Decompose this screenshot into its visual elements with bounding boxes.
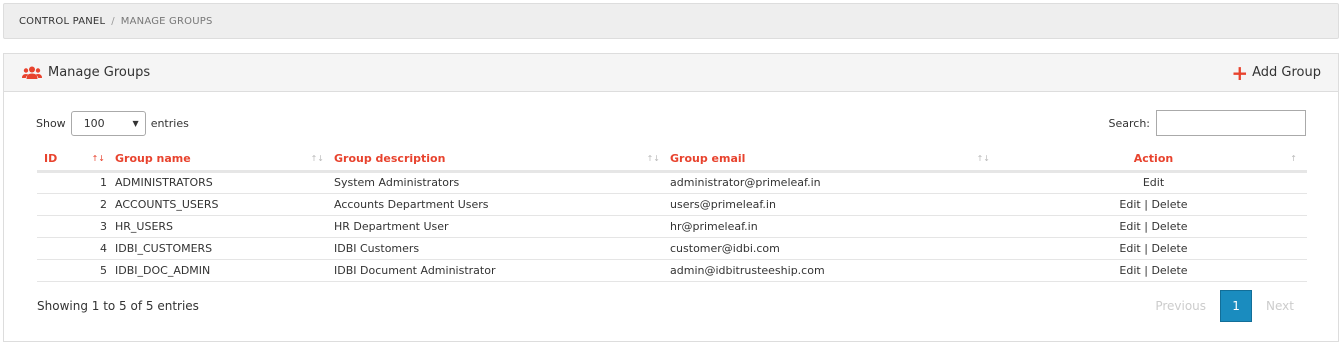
delete-link[interactable]: Delete (1151, 220, 1187, 233)
chevron-down-icon: ▼ (132, 118, 139, 128)
table-row: 2 ACCOUNTS_USERS Accounts Department Users… (37, 193, 1307, 216)
add-group-button[interactable]: + Add Group (1231, 63, 1321, 83)
entries-select-value: 100 (83, 116, 105, 130)
breadcrumb-control-panel[interactable]: CONTROL PANEL (19, 16, 105, 27)
table-row: 1 ADMINISTRATORS System Administrators admi… (37, 171, 1307, 194)
cell-group-description: Accounts Department Users (334, 193, 670, 216)
cell-group-email: hr@primeleaf.in (670, 215, 1000, 238)
cell-group-description: IDBI Document Administrator (334, 259, 670, 282)
search-filter: Search: (1108, 110, 1306, 136)
cell-id: 5 (37, 259, 115, 282)
cell-group-email: admin@idbitrusteeship.com (670, 259, 1000, 282)
previous-page-button[interactable]: Previous (1143, 299, 1218, 313)
entries-label: entries (150, 116, 189, 130)
column-header-group-email[interactable]: Group email ↑↓ (670, 148, 1000, 173)
groups-table: ID ↑↓ Group name ↑↓ Group description ↑↓ Gr… (37, 148, 1307, 282)
cell-action: Edit | Delete (1000, 237, 1307, 260)
cell-group-description: System Administrators (334, 171, 670, 194)
cell-group-name: ADMINISTRATORS (115, 171, 334, 194)
cell-group-email: users@primeleaf.in (670, 193, 1000, 216)
action-separator: | (1144, 241, 1148, 255)
edit-link[interactable]: Edit (1119, 198, 1140, 211)
page-1-button[interactable]: 1 (1220, 290, 1253, 322)
panel-title: Manage Groups (22, 65, 150, 80)
breadcrumb-separator: / (111, 15, 115, 27)
edit-link[interactable]: Edit (1119, 264, 1140, 277)
column-header-id[interactable]: ID ↑↓ (37, 148, 115, 173)
cell-group-name: IDBI_DOC_ADMIN (115, 259, 334, 282)
entries-select[interactable]: 100 ▼ (70, 110, 146, 136)
breadcrumb: CONTROL PANEL / MANAGE GROUPS (3, 3, 1339, 39)
cell-action: Edit (1000, 171, 1307, 194)
action-separator: | (1144, 263, 1148, 277)
sort-icon: ↑↓ (310, 154, 324, 163)
table-row: 4 IDBI_CUSTOMERS IDBI Customers customer@id… (37, 237, 1307, 260)
sort-icon: ↑↓ (976, 154, 990, 163)
action-separator: | (1144, 219, 1148, 233)
show-label: Show (36, 116, 66, 130)
add-group-label: Add Group (1252, 65, 1321, 80)
next-page-button[interactable]: Next (1254, 299, 1306, 313)
sort-asc-icon: ↑↓ (91, 154, 105, 163)
cell-id: 1 (37, 171, 115, 194)
edit-link[interactable]: Edit (1143, 176, 1164, 189)
edit-link[interactable]: Edit (1119, 242, 1140, 255)
table-header-row: ID ↑↓ Group name ↑↓ Group description ↑↓ Gr… (37, 148, 1307, 173)
sort-icon: ↑↓ (646, 154, 660, 163)
cell-group-email: customer@idbi.com (670, 237, 1000, 260)
search-input[interactable] (1156, 110, 1306, 136)
cell-group-name: IDBI_CUSTOMERS (115, 237, 334, 260)
manage-groups-panel: Manage Groups + Add Group Show 100 ▼ ent… (3, 53, 1339, 342)
cell-group-email: administrator@primeleaf.in (670, 171, 1000, 194)
delete-link[interactable]: Delete (1151, 264, 1187, 277)
column-header-group-name[interactable]: Group name ↑↓ (115, 148, 334, 173)
sort-icon: ↑ (1290, 154, 1297, 163)
table-info: Showing 1 to 5 of 5 entries (37, 299, 199, 313)
cell-group-name: ACCOUNTS_USERS (115, 193, 334, 216)
cell-id: 2 (37, 193, 115, 216)
delete-link[interactable]: Delete (1151, 198, 1187, 211)
column-header-action[interactable]: Action ↑ (1000, 148, 1307, 173)
panel-heading: Manage Groups + Add Group (4, 54, 1338, 92)
table-row: 5 IDBI_DOC_ADMIN IDBI Document Administrat… (37, 259, 1307, 282)
table-row: 3 HR_USERS HR Department User hr@primeleaf.… (37, 215, 1307, 238)
search-label: Search: (1108, 116, 1151, 130)
column-header-group-description[interactable]: Group description ↑↓ (334, 148, 670, 173)
plus-icon: + (1231, 60, 1249, 85)
breadcrumb-manage-groups: MANAGE GROUPS (120, 15, 213, 27)
cell-action: Edit | Delete (1000, 215, 1307, 238)
cell-action: Edit | Delete (1000, 193, 1307, 216)
edit-link[interactable]: Edit (1119, 220, 1140, 233)
users-icon (22, 66, 42, 79)
cell-action: Edit | Delete (1000, 259, 1307, 282)
cell-group-name: HR_USERS (115, 215, 334, 238)
delete-link[interactable]: Delete (1151, 242, 1187, 255)
pagination: Previous 1 Next (1143, 290, 1306, 322)
action-separator: | (1144, 197, 1148, 211)
table-controls: Show 100 ▼ entries Search: (36, 110, 1306, 136)
cell-group-description: HR Department User (334, 215, 670, 238)
entries-length: Show 100 ▼ entries (36, 110, 189, 136)
cell-group-description: IDBI Customers (334, 237, 670, 260)
cell-id: 4 (37, 237, 115, 260)
cell-id: 3 (37, 215, 115, 238)
panel-title-text: Manage Groups (48, 65, 151, 80)
